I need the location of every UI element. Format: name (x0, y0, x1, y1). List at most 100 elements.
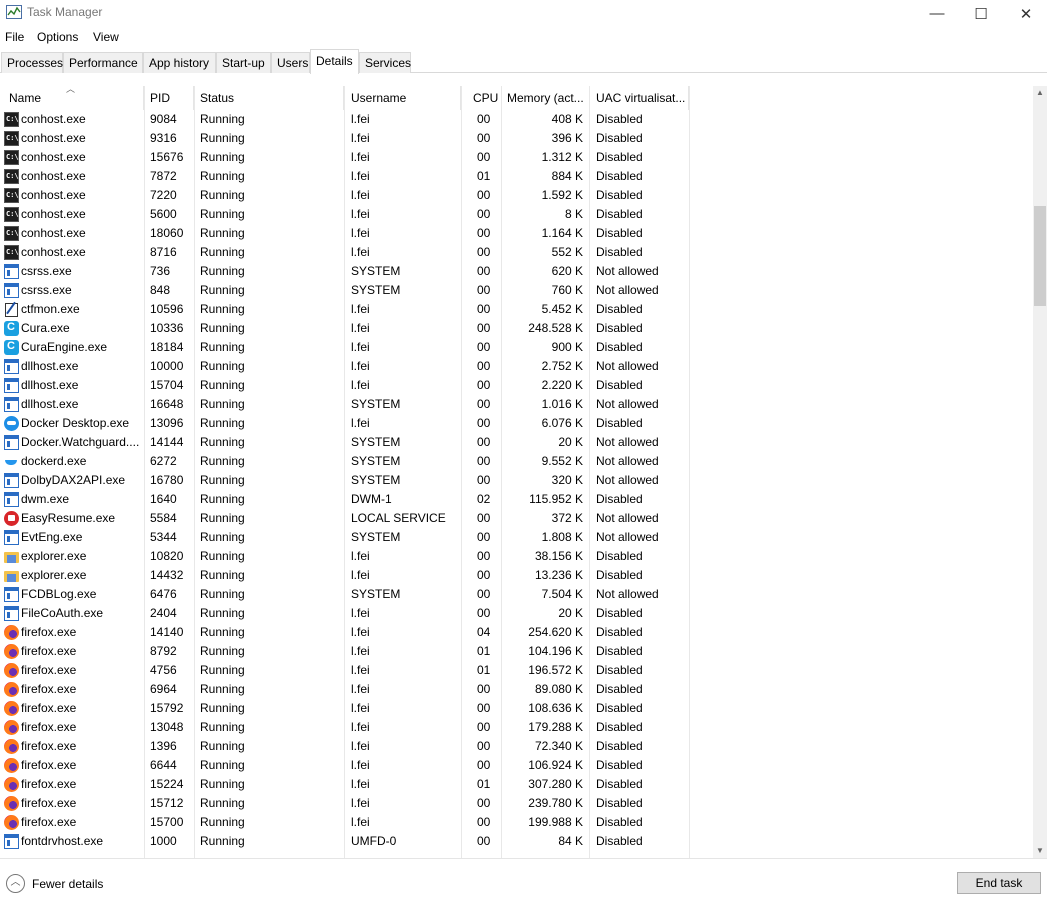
column-header-uac[interactable]: UAC virtualisat... (590, 86, 689, 110)
table-row[interactable]: csrss.exe 848 Running SYSTEM 00 760 K Not allo… (0, 281, 1033, 300)
maximize-button[interactable]: ☐ (958, 0, 1004, 27)
table-row[interactable]: EasyResume.exe 5584 Running LOCAL SERVICE 00… (0, 509, 1033, 528)
table-row[interactable]: firefox.exe 15712 Running l.fei 00 239.780 K D… (0, 794, 1033, 813)
menu-view[interactable]: View (93, 30, 119, 44)
menu-file[interactable]: File (5, 30, 24, 44)
cell-memory: 179.288 K (528, 720, 583, 734)
table-row[interactable]: firefox.exe 13048 Running l.fei 00 179.288 K D… (0, 718, 1033, 737)
table-row[interactable]: firefox.exe 15224 Running l.fei 01 307.280 K D… (0, 775, 1033, 794)
table-row[interactable]: C:\ conhost.exe 9084 Running l.fei 00 408 K Dis… (0, 110, 1033, 129)
table-row[interactable]: firefox.exe 8792 Running l.fei 01 104.196 K Di… (0, 642, 1033, 661)
menu-options[interactable]: Options (37, 30, 78, 44)
close-button[interactable]: ✕ (1003, 0, 1047, 27)
process-list: C:\ conhost.exe 9084 Running l.fei 00 408 K Dis… (0, 110, 1033, 858)
cell-cpu: 01 (477, 663, 491, 677)
table-row[interactable]: C:\ conhost.exe 7220 Running l.fei 00 1.592 K D… (0, 186, 1033, 205)
table-row[interactable]: C:\ conhost.exe 8716 Running l.fei 00 552 K Dis… (0, 243, 1033, 262)
column-header-pid[interactable]: PID (144, 86, 194, 110)
console-icon: C:\ (4, 112, 19, 127)
table-row[interactable]: explorer.exe 14432 Running l.fei 00 13.236 K D… (0, 566, 1033, 585)
table-row[interactable]: ctfmon.exe 10596 Running l.fei 00 5.452 K Disa… (0, 300, 1033, 319)
column-header-cpu[interactable]: CPU (467, 86, 502, 110)
table-row[interactable]: EvtEng.exe 5344 Running SYSTEM 00 1.808 K Not … (0, 528, 1033, 547)
cell-username: l.fei (351, 796, 370, 810)
table-row[interactable]: FCDBLog.exe 6476 Running SYSTEM 00 7.504 K Not… (0, 585, 1033, 604)
table-row[interactable]: C:\ conhost.exe 7872 Running l.fei 01 884 K Dis… (0, 167, 1033, 186)
cell-status: Running (200, 454, 245, 468)
cell-cpu: 00 (477, 511, 491, 525)
cell-status: Running (200, 587, 245, 601)
table-row[interactable]: firefox.exe 14140 Running l.fei 04 254.620 K D… (0, 623, 1033, 642)
cell-memory: 239.780 K (528, 796, 583, 810)
table-row[interactable]: Cura.exe 10336 Running l.fei 00 248.528 K Disa… (0, 319, 1033, 338)
table-row[interactable]: firefox.exe 6964 Running l.fei 00 89.080 K Dis… (0, 680, 1033, 699)
chevron-up-icon[interactable]: ︿ (6, 874, 25, 893)
cell-pid: 10336 (150, 321, 184, 335)
cell-memory: 1.016 K (541, 397, 583, 411)
column-header-status[interactable]: Status (194, 86, 344, 110)
folder-icon (4, 568, 19, 583)
column-header-name[interactable]: Name (3, 86, 144, 110)
table-row[interactable]: Docker Desktop.exe 13096 Running l.fei 00 6.0… (0, 414, 1033, 433)
table-row[interactable]: C:\ conhost.exe 18060 Running l.fei 00 1.164 K… (0, 224, 1033, 243)
table-row[interactable]: fontdrvhost.exe 1000 Running UMFD-0 00 84 K Di… (0, 832, 1033, 851)
tab-services[interactable]: Services (359, 52, 411, 73)
cell-status: Running (200, 207, 245, 221)
cell-cpu: 00 (477, 226, 491, 240)
tab-processes[interactable]: Processes (1, 52, 63, 73)
cell-username: l.fei (351, 378, 370, 392)
tab-users[interactable]: Users (271, 52, 310, 73)
cell-uac: Disabled (596, 777, 643, 791)
fewer-details-link[interactable]: Fewer details (32, 877, 103, 891)
cell-memory: 620 K (551, 264, 583, 278)
tab-app-history[interactable]: App history (143, 52, 216, 73)
firefox-icon (4, 739, 19, 754)
scroll-thumb[interactable] (1034, 206, 1046, 306)
cell-cpu: 00 (477, 131, 491, 145)
tab-details[interactable]: Details (310, 49, 359, 74)
table-row[interactable]: dwm.exe 1640 Running DWM-1 02 115.952 K Disabl… (0, 490, 1033, 509)
table-row[interactable]: C:\ conhost.exe 5600 Running l.fei 00 8 K Disab… (0, 205, 1033, 224)
table-row[interactable]: CuraEngine.exe 18184 Running l.fei 00 900 K Di… (0, 338, 1033, 357)
table-row[interactable]: csrss.exe 736 Running SYSTEM 00 620 K Not allo… (0, 262, 1033, 281)
table-row[interactable]: dllhost.exe 15704 Running l.fei 00 2.220 K Dis… (0, 376, 1033, 395)
table-row[interactable]: FileCoAuth.exe 2404 Running l.fei 00 20 K Disa… (0, 604, 1033, 623)
table-row[interactable]: firefox.exe 6644 Running l.fei 00 106.924 K Di… (0, 756, 1033, 775)
table-row[interactable]: dockerd.exe 6272 Running SYSTEM 00 9.552 K Not… (0, 452, 1033, 471)
table-row[interactable]: Docker.Watchguard.... 14144 Running SYSTEM 0… (0, 433, 1033, 452)
cell-name: csrss.exe (21, 264, 72, 278)
table-row[interactable]: C:\ conhost.exe 9316 Running l.fei 00 396 K Dis… (0, 129, 1033, 148)
cell-pid: 5600 (150, 207, 177, 221)
cell-name: conhost.exe (21, 112, 86, 126)
cell-name: firefox.exe (21, 796, 77, 810)
window-icon (4, 492, 19, 507)
table-row[interactable]: dllhost.exe 10000 Running l.fei 00 2.752 K Not… (0, 357, 1033, 376)
cell-status: Running (200, 435, 245, 449)
table-row[interactable]: explorer.exe 10820 Running l.fei 00 38.156 K D… (0, 547, 1033, 566)
table-row[interactable]: firefox.exe 15792 Running l.fei 00 108.636 K D… (0, 699, 1033, 718)
tab-performance[interactable]: Performance (63, 52, 143, 73)
scroll-up-icon[interactable]: ▲ (1033, 86, 1047, 100)
cell-pid: 6964 (150, 682, 177, 696)
scroll-down-icon[interactable]: ▼ (1033, 844, 1047, 858)
column-header-username[interactable]: Username (345, 86, 461, 110)
cell-cpu: 00 (477, 815, 491, 829)
table-row[interactable]: C:\ conhost.exe 15676 Running l.fei 00 1.312 K… (0, 148, 1033, 167)
table-row[interactable]: firefox.exe 4756 Running l.fei 01 196.572 K Di… (0, 661, 1033, 680)
minimize-button[interactable]: — (914, 0, 960, 27)
table-row[interactable]: firefox.exe 15700 Running l.fei 00 199.988 K D… (0, 813, 1033, 832)
table-row[interactable]: dllhost.exe 16648 Running SYSTEM 00 1.016 K No… (0, 395, 1033, 414)
tab-start-up[interactable]: Start-up (216, 52, 271, 73)
end-task-button[interactable]: End task (957, 872, 1041, 894)
table-row[interactable]: DolbyDAX2API.exe 16780 Running SYSTEM 00 320 … (0, 471, 1033, 490)
table-row[interactable]: firefox.exe 1396 Running l.fei 00 72.340 K Dis… (0, 737, 1033, 756)
cell-cpu: 00 (477, 834, 491, 848)
cell-cpu: 00 (477, 758, 491, 772)
console-icon: C:\ (4, 150, 19, 165)
column-header-memory[interactable]: Memory (act... (501, 86, 590, 110)
vertical-scrollbar[interactable]: ▲ ▼ (1033, 86, 1047, 858)
firefox-icon (4, 777, 19, 792)
window-icon (4, 587, 19, 602)
cell-name: dllhost.exe (21, 378, 79, 392)
cell-memory: 552 K (551, 245, 583, 259)
